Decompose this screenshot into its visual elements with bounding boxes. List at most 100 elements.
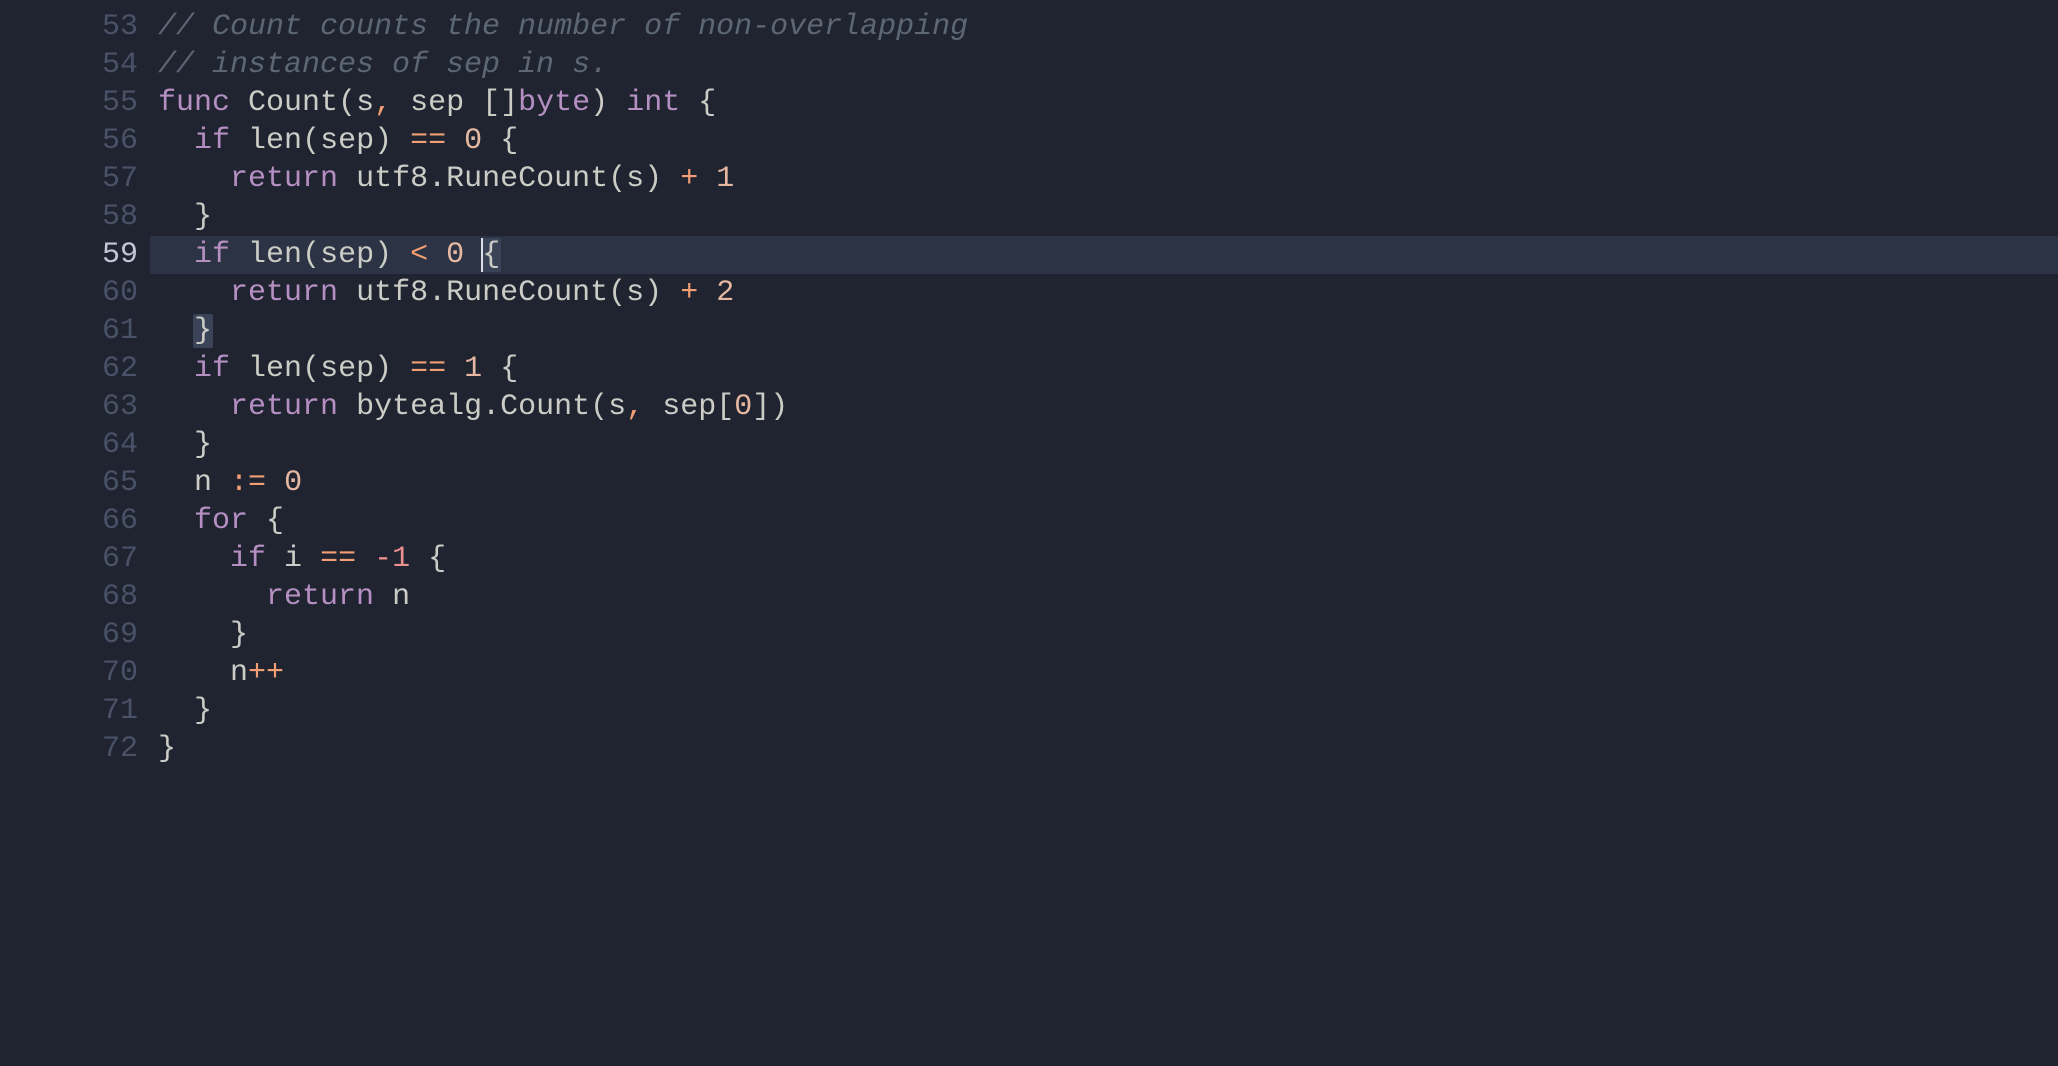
- code-token: sep: [410, 86, 464, 120]
- code-content[interactable]: return n: [150, 578, 2058, 616]
- code-content[interactable]: func Count(s, sep []byte) int {: [150, 84, 2058, 122]
- code-token: {: [500, 352, 518, 386]
- code-token: 0: [734, 390, 752, 424]
- code-token: [158, 352, 194, 386]
- code-token: int: [626, 86, 680, 120]
- code-token: len: [248, 352, 302, 386]
- code-content[interactable]: return utf8.RuneCount(s) + 2: [150, 274, 2058, 312]
- code-content[interactable]: }: [150, 312, 2058, 350]
- code-token: ]: [752, 390, 770, 424]
- code-token: return: [230, 162, 338, 196]
- code-token: [230, 352, 248, 386]
- code-content[interactable]: }: [150, 426, 2058, 464]
- code-token: 2: [716, 276, 734, 310]
- code-token: for: [194, 504, 248, 538]
- code-content[interactable]: if len(sep) < 0 {: [150, 236, 2058, 274]
- code-editor[interactable]: 53// Count counts the number of non-over…: [0, 0, 2058, 776]
- code-content[interactable]: n := 0: [150, 464, 2058, 502]
- code-content[interactable]: return bytealg.Count(s, sep[0]): [150, 388, 2058, 426]
- code-line[interactable]: 69 }: [0, 616, 2058, 654]
- code-token: [302, 542, 320, 576]
- code-token: [662, 276, 680, 310]
- code-line[interactable]: 68 return n: [0, 578, 2058, 616]
- code-token: byte: [518, 86, 590, 120]
- code-token: [698, 162, 716, 196]
- code-token: utf8: [356, 276, 428, 310]
- code-token: ++: [248, 656, 284, 690]
- code-token: bytealg: [356, 390, 482, 424]
- code-token: if: [194, 124, 230, 158]
- line-number: 62: [0, 350, 150, 388]
- line-number: 58: [0, 198, 150, 236]
- code-token: [680, 86, 698, 120]
- code-token: [644, 390, 662, 424]
- code-line[interactable]: 54// instances of sep in s.: [0, 46, 2058, 84]
- code-line[interactable]: 66 for {: [0, 502, 2058, 540]
- code-token: [266, 542, 284, 576]
- code-content[interactable]: }: [150, 730, 2058, 768]
- code-content[interactable]: if i == -1 {: [150, 540, 2058, 578]
- code-line[interactable]: 56 if len(sep) == 0 {: [0, 122, 2058, 160]
- line-number: 55: [0, 84, 150, 122]
- code-token: {: [698, 86, 716, 120]
- code-line[interactable]: 71 }: [0, 692, 2058, 730]
- code-token: (: [302, 124, 320, 158]
- code-token: -1: [374, 542, 410, 576]
- code-token: 1: [464, 352, 482, 386]
- code-token: ): [644, 276, 662, 310]
- code-token: }: [194, 428, 212, 462]
- code-token: [158, 466, 194, 500]
- code-token: [158, 124, 194, 158]
- code-token: [: [716, 390, 734, 424]
- code-token: ,: [626, 390, 644, 424]
- code-token: 0: [464, 124, 482, 158]
- code-content[interactable]: if len(sep) == 1 {: [150, 350, 2058, 388]
- line-number: 63: [0, 388, 150, 426]
- code-token: ): [374, 238, 392, 272]
- code-line[interactable]: 67 if i == -1 {: [0, 540, 2058, 578]
- code-token: sep: [320, 352, 374, 386]
- line-number: 65: [0, 464, 150, 502]
- code-content[interactable]: return utf8.RuneCount(s) + 1: [150, 160, 2058, 198]
- code-content[interactable]: n++: [150, 654, 2058, 692]
- code-content[interactable]: }: [150, 198, 2058, 236]
- code-token: sep: [320, 238, 374, 272]
- code-content[interactable]: for {: [150, 502, 2058, 540]
- code-token: [158, 390, 230, 424]
- code-line[interactable]: 59 if len(sep) < 0 {: [0, 236, 2058, 274]
- code-line[interactable]: 53// Count counts the number of non-over…: [0, 8, 2058, 46]
- line-number: 72: [0, 730, 150, 768]
- code-line[interactable]: 64 }: [0, 426, 2058, 464]
- code-line[interactable]: 62 if len(sep) == 1 {: [0, 350, 2058, 388]
- code-token: len: [248, 124, 302, 158]
- code-token: len: [248, 238, 302, 272]
- code-token: s: [626, 162, 644, 196]
- code-line[interactable]: 60 return utf8.RuneCount(s) + 2: [0, 274, 2058, 312]
- code-line[interactable]: 57 return utf8.RuneCount(s) + 1: [0, 160, 2058, 198]
- code-line[interactable]: 65 n := 0: [0, 464, 2058, 502]
- code-line[interactable]: 55func Count(s, sep []byte) int {: [0, 84, 2058, 122]
- code-token: [158, 580, 266, 614]
- code-token: ): [374, 124, 392, 158]
- code-token: return: [266, 580, 374, 614]
- code-token: ==: [320, 542, 356, 576]
- code-token: if: [230, 542, 266, 576]
- code-content[interactable]: }: [150, 692, 2058, 730]
- code-content[interactable]: // Count counts the number of non-overla…: [150, 8, 2058, 46]
- code-line[interactable]: 70 n++: [0, 654, 2058, 692]
- code-token: [158, 314, 194, 348]
- code-line[interactable]: 61 }: [0, 312, 2058, 350]
- code-token: {: [481, 238, 501, 272]
- code-content[interactable]: if len(sep) == 0 {: [150, 122, 2058, 160]
- code-line[interactable]: 58 }: [0, 198, 2058, 236]
- code-line[interactable]: 72}: [0, 730, 2058, 768]
- code-token: (: [608, 162, 626, 196]
- code-content[interactable]: }: [150, 616, 2058, 654]
- code-token: [446, 352, 464, 386]
- code-line[interactable]: 63 return bytealg.Count(s, sep[0]): [0, 388, 2058, 426]
- line-number: 54: [0, 46, 150, 84]
- line-number: 56: [0, 122, 150, 160]
- line-number: 60: [0, 274, 150, 312]
- code-content[interactable]: // instances of sep in s.: [150, 46, 2058, 84]
- code-token: [392, 86, 410, 120]
